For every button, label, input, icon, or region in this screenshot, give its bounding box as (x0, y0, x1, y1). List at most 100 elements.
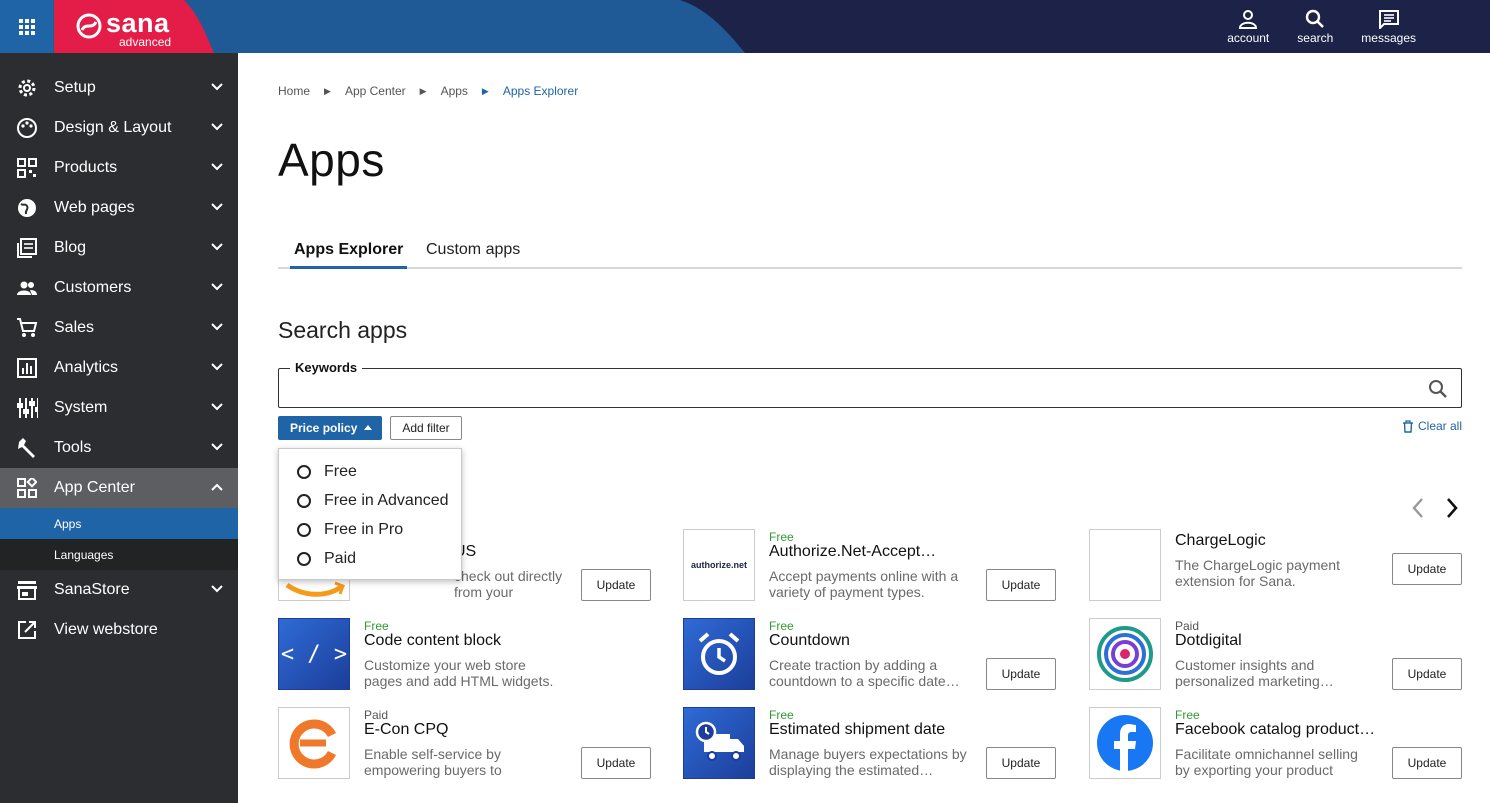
app-card: Free Estimated shipment date Manage buye… (683, 707, 1056, 779)
sidebar-item-view-webstore[interactable]: View webstore (0, 610, 238, 650)
price-option-paid[interactable]: Paid (279, 544, 461, 573)
app-thumbnail (278, 707, 350, 779)
top-actions: account search messages (1213, 0, 1430, 53)
breadcrumb-app-center[interactable]: App Center (345, 84, 406, 98)
sidebar-item-tools[interactable]: Tools (0, 428, 238, 468)
brand-name: sana (106, 8, 170, 38)
price-policy-filter-button[interactable]: Price policy (278, 416, 382, 440)
update-button[interactable]: Update (1392, 747, 1462, 779)
app-card: authorize.net Free Authorize.Net-Accept…… (683, 529, 1056, 601)
app-description: check out directly from your webstore. (454, 568, 563, 600)
app-name[interactable]: Estimated shipment date (769, 721, 949, 739)
account-button[interactable]: account (1213, 0, 1283, 53)
clear-all-button[interactable]: Clear all (1402, 419, 1462, 433)
sidebar-item-setup[interactable]: Setup (0, 68, 238, 108)
search-label: search (1297, 30, 1334, 45)
radio-button[interactable] (297, 493, 311, 508)
update-button[interactable]: Update (986, 569, 1056, 601)
price-option-free[interactable]: Free (279, 457, 461, 486)
app-name[interactable]: US (454, 543, 634, 561)
code-icon: < / > (280, 641, 348, 667)
sidebar-item-customers[interactable]: Customers (0, 268, 238, 308)
people-icon (16, 277, 38, 299)
search-icon[interactable] (1428, 379, 1448, 399)
app-card: Free Facebook catalog product… Facilitat… (1089, 707, 1462, 779)
chevron-down-icon (211, 123, 223, 131)
update-button[interactable]: Update (581, 569, 651, 601)
breadcrumb-home[interactable]: Home (278, 84, 310, 98)
app-name[interactable]: Code content block (364, 632, 544, 650)
app-name[interactable]: Dotdigital (1175, 632, 1355, 650)
app-name[interactable]: Authorize.Net-Accept… (769, 543, 949, 561)
update-button[interactable]: Update (1392, 553, 1462, 585)
breadcrumb-current: Apps Explorer (502, 84, 579, 98)
globe-icon (16, 197, 38, 219)
app-thumbnail: authorize.net (683, 529, 755, 601)
sliders-icon (16, 397, 38, 419)
breadcrumb-apps[interactable]: Apps (441, 84, 468, 98)
update-button[interactable]: Update (1392, 658, 1462, 690)
chevron-down-icon (211, 443, 223, 451)
update-button[interactable]: Update (986, 658, 1056, 690)
update-button[interactable]: Update (986, 747, 1056, 779)
sidebar-item-label: Setup (54, 79, 96, 96)
add-filter-button[interactable]: Add filter (390, 416, 462, 440)
app-thumbnail: < / > (278, 618, 350, 690)
gear-icon (16, 77, 38, 99)
radio-button[interactable] (297, 551, 311, 566)
app-name[interactable]: Facebook catalog product… (1175, 721, 1375, 739)
search-icon (1306, 9, 1325, 28)
app-name[interactable]: Countdown (769, 632, 949, 650)
chevron-right-icon (1447, 498, 1458, 518)
sidebar-item-analytics[interactable]: Analytics (0, 348, 238, 388)
app-name[interactable]: E-Con CPQ (364, 721, 544, 739)
price-option-free-in-advanced[interactable]: Free in Advanced (279, 486, 461, 515)
chevron-down-icon (211, 163, 223, 171)
app-description: Customize your web store pages and add H… (364, 657, 554, 689)
option-label: Free (324, 462, 357, 480)
update-button[interactable]: Update (581, 747, 651, 779)
sidebar-item-system[interactable]: System (0, 388, 238, 428)
sidebar-item-design-layout[interactable]: Design & Layout (0, 108, 238, 148)
sidebar-item-sanastore[interactable]: SanaStore (0, 570, 238, 610)
keywords-label: Keywords (290, 360, 363, 375)
palette-icon (16, 117, 38, 139)
messages-button[interactable]: messages (1347, 0, 1430, 53)
tab-apps-explorer[interactable]: Apps Explorer (290, 241, 408, 269)
breadcrumb-separator-icon: ▶ (481, 85, 489, 96)
account-icon (1239, 9, 1258, 29)
sidebar-subitem-apps[interactable]: Apps (0, 508, 238, 539)
sidebar-item-label: Customers (54, 279, 132, 296)
chevron-down-icon (211, 83, 223, 91)
sidebar-item-sales[interactable]: Sales (0, 308, 238, 348)
app-description: Manage buyers expectations by displaying… (769, 746, 967, 778)
search-button[interactable]: search (1283, 0, 1347, 53)
price-option-free-in-pro[interactable]: Free in Pro (279, 515, 461, 544)
tab-custom-apps[interactable]: Custom apps (426, 241, 520, 269)
facebook-logo-icon (1097, 715, 1153, 771)
authorize-net-logo: authorize.net (690, 560, 747, 570)
econ-logo-icon (289, 719, 337, 769)
app-name[interactable]: ChargeLogic (1175, 532, 1355, 550)
carousel-prev-button[interactable] (1404, 496, 1432, 520)
radio-button[interactable] (297, 464, 311, 479)
sidebar-item-label: SanaStore (54, 581, 130, 598)
clear-all-label: Clear all (1417, 419, 1462, 433)
sidebar-item-app-center[interactable]: App Center (0, 468, 238, 508)
radio-button[interactable] (297, 522, 311, 537)
app-card: Paid E-Con CPQ Enable self-service by em… (278, 707, 651, 779)
sidebar-subitem-languages[interactable]: Languages (0, 539, 238, 570)
carousel-next-button[interactable] (1438, 496, 1466, 520)
app-thumbnail (683, 618, 755, 690)
sidebar-item-web-pages[interactable]: Web pages (0, 188, 238, 228)
dotdigital-logo-icon (1097, 626, 1153, 682)
sidebar-item-blog[interactable]: Blog (0, 228, 238, 268)
app-grid-button[interactable] (0, 0, 53, 53)
breadcrumb-separator-icon: ▶ (324, 85, 331, 96)
blog-icon (16, 237, 38, 259)
chevron-down-icon (211, 363, 223, 371)
app-price: Paid (1175, 619, 1200, 633)
sidebar-item-products[interactable]: Products (0, 148, 238, 188)
chevron-left-icon (1412, 498, 1423, 518)
keywords-input[interactable] (278, 368, 1462, 408)
